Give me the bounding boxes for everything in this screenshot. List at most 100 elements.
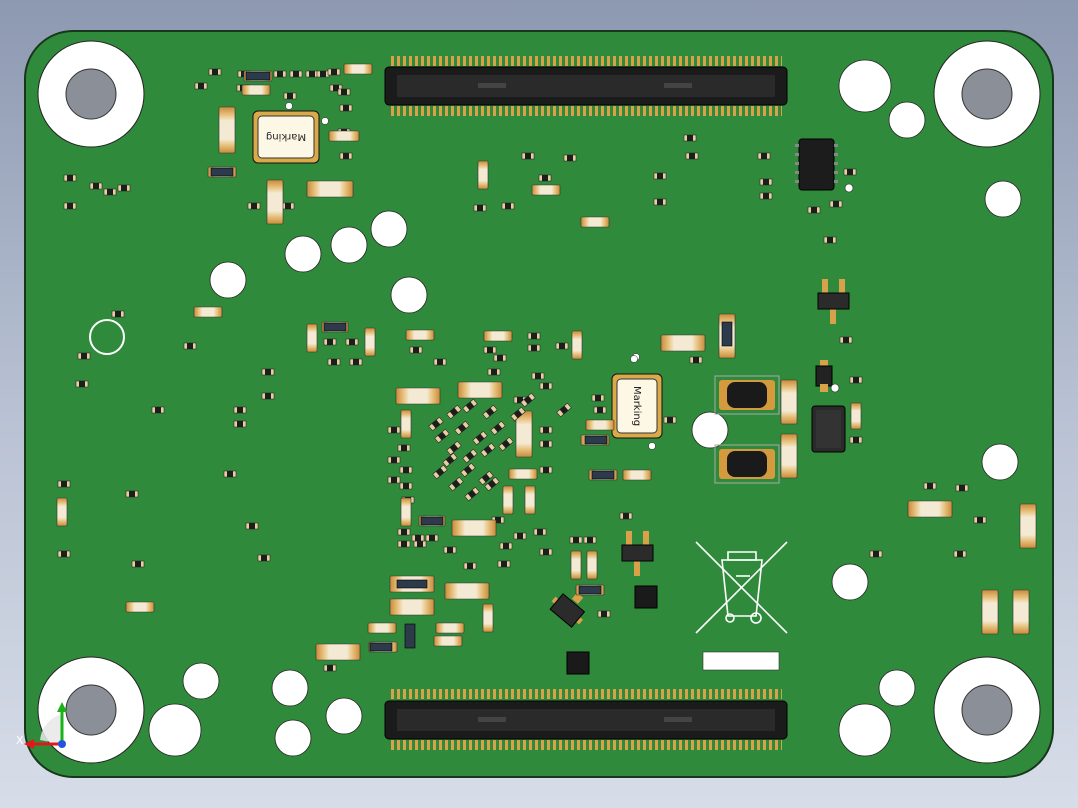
resistor-0402 bbox=[289, 70, 303, 78]
resistor-0402 bbox=[501, 202, 515, 210]
tantalum-capacitor bbox=[591, 470, 615, 480]
resistor-vertical bbox=[400, 409, 412, 439]
resistor-0402 bbox=[233, 406, 247, 414]
tantalum-capacitor bbox=[210, 167, 234, 177]
resistor-1206 bbox=[451, 519, 497, 537]
resistor-0402 bbox=[563, 154, 577, 162]
resistor-vertical bbox=[1012, 589, 1030, 635]
pcb-board-view: Marking Marking Y X bbox=[16, 30, 1054, 778]
resistor-0402 bbox=[653, 198, 667, 206]
resistor-1206 bbox=[457, 381, 503, 399]
mounting-hole-bottom-left bbox=[37, 656, 145, 764]
resistor-0402 bbox=[527, 344, 541, 352]
resistor-0402 bbox=[411, 534, 425, 542]
resistor-1206 bbox=[660, 334, 706, 352]
inductor-lower bbox=[714, 444, 780, 484]
resistor-0402 bbox=[539, 426, 553, 434]
resistor-0402 bbox=[923, 482, 937, 490]
resistor-0402 bbox=[89, 182, 103, 190]
resistor-0402 bbox=[663, 416, 677, 424]
resistor-0402 bbox=[533, 528, 547, 536]
qfn-chip-2 bbox=[566, 651, 590, 675]
resistor-1206 bbox=[306, 180, 354, 198]
tantalum-capacitor bbox=[323, 322, 347, 332]
via bbox=[285, 102, 293, 110]
resistor-0402 bbox=[463, 562, 477, 570]
resistor-0402 bbox=[823, 236, 837, 244]
resistor-0402 bbox=[131, 560, 145, 568]
resistor-vertical bbox=[981, 589, 999, 635]
resistor-vertical bbox=[400, 497, 412, 527]
resistor-0402 bbox=[399, 482, 413, 490]
resistor-0402 bbox=[75, 380, 89, 388]
via bbox=[630, 355, 638, 363]
board-connector-top bbox=[384, 56, 788, 116]
resistor-0402 bbox=[807, 206, 821, 214]
resistor-vertical bbox=[266, 179, 284, 225]
resistor-0402 bbox=[593, 406, 607, 414]
resistor-vertical bbox=[56, 497, 68, 527]
resistor-0402 bbox=[443, 546, 457, 554]
resistor-0402 bbox=[77, 352, 91, 360]
resistor-0603 bbox=[435, 622, 465, 634]
resistor-0402 bbox=[757, 152, 771, 160]
crystal-top-label: Marking bbox=[266, 131, 306, 142]
resistor-0402 bbox=[839, 336, 853, 344]
resistor-0402 bbox=[257, 554, 271, 562]
axis-x-label: X bbox=[16, 734, 24, 747]
resistor-0402 bbox=[397, 540, 411, 548]
resistor-0402 bbox=[433, 358, 447, 366]
resistor-0402 bbox=[521, 152, 535, 160]
resistor-1206 bbox=[907, 500, 953, 518]
resistor-0402 bbox=[683, 134, 697, 142]
resistor-vertical bbox=[571, 330, 583, 360]
resistor-vertical bbox=[850, 402, 862, 430]
resistor-0402 bbox=[245, 522, 259, 530]
resistor-0603 bbox=[193, 306, 223, 318]
resistor-0402 bbox=[63, 174, 77, 182]
resistor-0603 bbox=[367, 622, 397, 634]
resistor-0402 bbox=[281, 202, 295, 210]
tantalum-capacitor bbox=[369, 642, 393, 652]
resistor-0402 bbox=[339, 104, 353, 112]
resistor-0402 bbox=[327, 68, 341, 76]
resistor-vertical bbox=[586, 550, 598, 580]
resistor-0402 bbox=[339, 152, 353, 160]
resistor-0402 bbox=[399, 466, 413, 474]
cad-viewport[interactable]: Marking Marking Y X bbox=[0, 0, 1078, 808]
resistor-0603 bbox=[125, 601, 155, 613]
resistor-0402 bbox=[387, 476, 401, 484]
resistor-0402 bbox=[233, 420, 247, 428]
resistor-0402 bbox=[273, 70, 287, 78]
resistor-0402 bbox=[425, 534, 439, 542]
resistor-0603 bbox=[483, 330, 513, 342]
resistor-0402 bbox=[125, 490, 139, 498]
mounting-hole-bottom-right bbox=[933, 656, 1041, 764]
resistor-vertical bbox=[780, 379, 798, 425]
pcb-outline bbox=[24, 30, 1054, 778]
qfn-chip-1 bbox=[634, 585, 658, 609]
crystal-center-label: Marking bbox=[631, 386, 642, 426]
resistor-0402 bbox=[337, 88, 351, 96]
resistor-0402 bbox=[499, 542, 513, 550]
ic-soic-top-right bbox=[795, 138, 838, 191]
tantalum-capacitor-vertical bbox=[721, 321, 733, 347]
resistor-vertical bbox=[1019, 503, 1037, 549]
resistor-0402 bbox=[63, 202, 77, 210]
tantalum-capacitor bbox=[420, 516, 444, 526]
resistor-0402 bbox=[531, 372, 545, 380]
resistor-0402 bbox=[117, 184, 131, 192]
resistor-1206 bbox=[389, 598, 435, 616]
resistor-0402 bbox=[247, 202, 261, 210]
resistor-0402 bbox=[397, 528, 411, 536]
resistor-0402 bbox=[349, 358, 363, 366]
resistor-0402 bbox=[194, 82, 208, 90]
resistor-0402 bbox=[869, 550, 883, 558]
resistor-1206 bbox=[395, 387, 441, 405]
resistor-0402 bbox=[555, 342, 569, 350]
resistor-vertical bbox=[570, 550, 582, 580]
resistor-0402 bbox=[483, 346, 497, 354]
board-connector-bottom bbox=[384, 689, 788, 750]
resistor-0402 bbox=[953, 550, 967, 558]
resistor-0402 bbox=[759, 192, 773, 200]
